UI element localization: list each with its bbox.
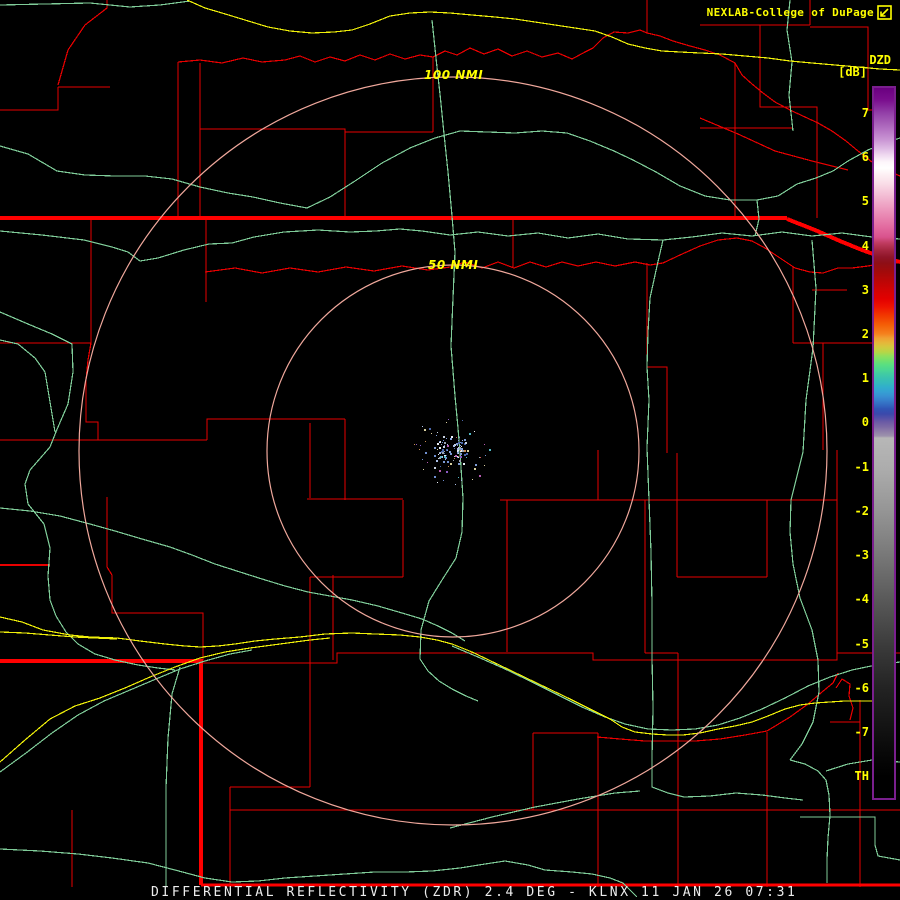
colorbar-tick-label: 1 bbox=[861, 371, 869, 386]
colorbar-tick-label: -6 bbox=[854, 680, 869, 695]
colorbar-tick-label: 6 bbox=[861, 150, 869, 165]
colorbar-tick-label: -2 bbox=[854, 503, 869, 518]
colorbar-gradient bbox=[874, 88, 894, 798]
radar-viewer: NEXLAB-College of DuPage DZD [dB] 100 NM… bbox=[0, 0, 900, 900]
colorbar-tick-label: 3 bbox=[861, 282, 869, 297]
colorbar-tick-label: -4 bbox=[854, 592, 869, 607]
brand-text: NEXLAB-College of DuPage bbox=[706, 6, 874, 19]
colorbar-bottom-label: TH bbox=[854, 769, 869, 783]
units-label: [dB] bbox=[838, 65, 867, 79]
colorbar-tick-label: 4 bbox=[861, 238, 869, 253]
colorbar-tick-label: -7 bbox=[854, 724, 869, 739]
colorbar-tick-label: 2 bbox=[861, 327, 869, 342]
colorbar-tick-label: -3 bbox=[854, 548, 869, 563]
cursor-icon[interactable] bbox=[876, 4, 894, 22]
colorbar bbox=[872, 86, 896, 800]
colorbar-tick-label: 7 bbox=[861, 106, 869, 120]
range-ring-label-100nmi: 100 NMI bbox=[424, 68, 484, 82]
colorbar-tick-label: 0 bbox=[861, 415, 869, 430]
colorbar-tick-label: -5 bbox=[854, 636, 869, 651]
colorbar-tick-label: 5 bbox=[861, 194, 869, 209]
radar-map bbox=[0, 0, 900, 898]
status-bar: DIFFERENTIAL REFLECTIVITY (ZDR) 2.4 DEG … bbox=[151, 885, 798, 900]
product-id-label: DZD bbox=[869, 53, 891, 67]
colorbar-tick-label: -1 bbox=[854, 459, 869, 474]
range-ring-label-50nmi: 50 NMI bbox=[428, 258, 479, 272]
